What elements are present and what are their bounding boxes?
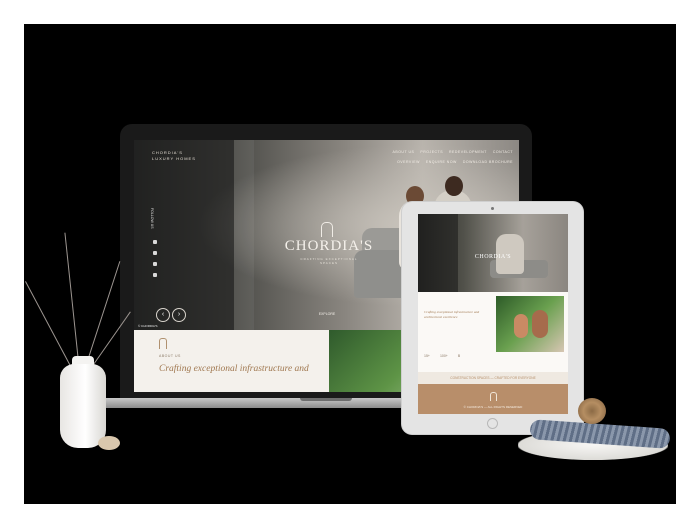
prev-slide-button[interactable]: ‹ xyxy=(156,308,170,322)
instagram-icon[interactable] xyxy=(153,251,157,255)
tablet-about: Crafting exceptional infrastructure and … xyxy=(418,292,568,372)
nav-projects[interactable]: PROJECTS xyxy=(420,150,443,154)
primary-nav: ABOUT US PROJECTS REDEVELOPMENT CONTACT xyxy=(393,150,513,154)
about-heading: Crafting exceptional infrastructure and xyxy=(159,364,309,374)
next-slide-button[interactable]: › xyxy=(172,308,186,322)
stat-2: 100+ xyxy=(439,354,448,358)
twine-ball xyxy=(578,398,606,424)
tablet-person-2 xyxy=(532,310,548,338)
youtube-icon[interactable] xyxy=(153,273,157,277)
nav-redevelopment[interactable]: REDEVELOPMENT xyxy=(449,150,487,154)
explore-button[interactable]: EXPLORE xyxy=(312,310,342,318)
side-follow-label: FOLLOW US xyxy=(150,208,154,229)
vase xyxy=(60,364,106,448)
nav-contact[interactable]: CONTACT xyxy=(493,150,513,154)
logo-icon xyxy=(321,222,333,237)
brand-line-2: LUXURY HOMES xyxy=(152,156,196,161)
header-brand[interactable]: CHORDIA'S LUXURY HOMES xyxy=(152,150,196,162)
shell xyxy=(98,436,120,450)
tablet-logo-text: CHORDIA'S xyxy=(474,254,512,260)
linkedin-icon[interactable] xyxy=(153,262,157,266)
hero-logo-text: CHORDIA'S xyxy=(284,238,374,254)
head-man xyxy=(445,176,463,196)
tablet-hero-panel xyxy=(418,214,458,292)
nav-about[interactable]: ABOUT US xyxy=(393,150,415,154)
tablet-banner: CONSTRUCTION SPACES — CRAFTED FOR EVERYO… xyxy=(418,372,568,384)
stat-3: B xyxy=(457,354,461,358)
about-logo-icon xyxy=(159,338,167,349)
secondary-nav: OVERVIEW ENQUIRE NOW DOWNLOAD BROCHURE xyxy=(397,160,513,164)
tablet-footer-logo-icon xyxy=(490,392,497,401)
social-icons xyxy=(153,240,157,277)
tablet-hero: CHORDIA'S xyxy=(418,214,568,292)
hero-caption: © CHORDIA'S xyxy=(138,324,158,328)
nav-enquire[interactable]: ENQUIRE NOW xyxy=(426,160,457,164)
tablet-person-1 xyxy=(514,314,528,338)
laptop-notch xyxy=(300,398,352,401)
tablet-camera xyxy=(491,207,494,210)
nav-brochure[interactable]: DOWNLOAD BROCHURE xyxy=(463,160,513,164)
tablet-footer-text: © CHORDIA'S — ALL RIGHTS RESERVED xyxy=(463,405,523,409)
hero-window xyxy=(234,140,254,330)
tablet-about-image xyxy=(496,296,564,352)
facebook-icon[interactable] xyxy=(153,240,157,244)
tablet-stats: 15+ 100+ B xyxy=(424,354,460,358)
nav-overview[interactable]: OVERVIEW xyxy=(397,160,420,164)
tablet-home-button xyxy=(487,418,498,429)
tablet-screen: CHORDIA'S Crafting exceptional infrastru… xyxy=(418,214,568,414)
hero-logo-subtitle: CRAFTING EXCEPTIONAL SPACES xyxy=(300,257,358,265)
stat-1: 15+ xyxy=(424,354,430,358)
hero-dark-panel xyxy=(134,140,234,330)
about-label: ABOUT US xyxy=(159,354,181,358)
tablet-about-text: Crafting exceptional infrastructure and … xyxy=(424,310,480,319)
